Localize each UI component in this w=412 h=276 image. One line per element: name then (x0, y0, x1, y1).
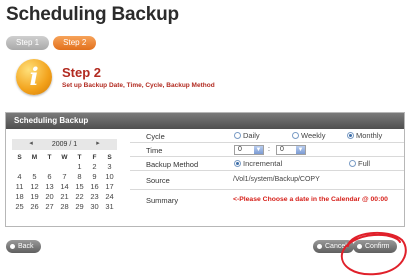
cycle-row: Cycle Daily Weekly Monthly (130, 129, 404, 142)
calendar-empty-cell (12, 162, 27, 172)
step-header: i Step 2 Set up Backup Date, Time, Cycle… (10, 55, 410, 105)
calendar-day[interactable]: 30 (87, 202, 102, 212)
calendar-nav: ◂ 2009 / 1 ▸ (12, 139, 117, 150)
schedule-form: Cycle Daily Weekly Monthly Time 0 ▼ : 0 … (130, 129, 404, 208)
summary-row: Summary <-Please Choose a date in the Ca… (130, 190, 404, 208)
calendar-day-header: T (47, 154, 52, 161)
radio-circle-icon (292, 132, 299, 139)
calendar-day[interactable]: 27 (42, 202, 57, 212)
step-subtitle: Set up Backup Date, Time, Cycle, Backup … (62, 82, 215, 89)
calendar-day[interactable]: 29 (72, 202, 87, 212)
source-path: /Vol1/system/Backup/COPY (233, 176, 320, 183)
step-tabs: Step 1 Step 2 (6, 36, 97, 50)
step-1-tab[interactable]: Step 1 (6, 36, 50, 50)
calendar-month-label: 2009 / 1 (51, 141, 78, 148)
next-month-icon[interactable]: ▸ (93, 139, 103, 147)
calendar-day[interactable]: 28 (57, 202, 72, 212)
source-row: Source /Vol1/system/Backup/COPY (130, 171, 404, 189)
method-full-radio[interactable]: Full (349, 159, 370, 168)
back-arrow-icon (10, 244, 15, 249)
calendar-day[interactable]: 4 (12, 172, 27, 182)
calendar-day-header: F (92, 154, 97, 161)
calendar-day[interactable]: 17 (102, 182, 117, 192)
calendar-day[interactable]: 23 (87, 192, 102, 202)
time-label: Time (146, 146, 163, 155)
summary-message: <-Please Choose a date in the Calendar @… (233, 196, 388, 203)
calendar-day[interactable]: 10 (102, 172, 117, 182)
calendar-day[interactable]: 16 (87, 182, 102, 192)
calendar-day[interactable]: 12 (27, 182, 42, 192)
calendar-day[interactable]: 2 (87, 162, 102, 172)
confirm-button[interactable]: Confirm (353, 240, 397, 253)
calendar-empty-cell (42, 162, 57, 172)
calendar-day[interactable]: 3 (102, 162, 117, 172)
step-title: Step 2 (62, 65, 102, 80)
calendar-day[interactable]: 11 (12, 182, 27, 192)
calendar-day[interactable]: 15 (72, 182, 87, 192)
minute-select[interactable]: 0 ▼ (276, 145, 306, 155)
calendar-day[interactable]: 6 (42, 172, 57, 182)
panel-title: Scheduling Backup (6, 113, 404, 129)
calendar-day[interactable]: 9 (87, 172, 102, 182)
prev-month-icon[interactable]: ◂ (26, 139, 36, 147)
calendar: ◂ 2009 / 1 ▸ S M T W T F S 1 2 3 4 5 6 7 8 9 10 11 12 13 14 1… (12, 139, 117, 212)
radio-selected-icon (347, 132, 354, 139)
method-label: Backup Method (146, 160, 199, 169)
radio-selected-icon (234, 160, 241, 167)
cancel-icon (317, 244, 322, 249)
cycle-label: Cycle (146, 132, 165, 141)
calendar-empty-cell (57, 162, 72, 172)
method-row: Backup Method Incremental Full (130, 157, 404, 170)
calendar-day[interactable]: 5 (27, 172, 42, 182)
summary-label: Summary (146, 196, 179, 205)
confirm-icon (357, 244, 362, 249)
calendar-day[interactable]: 26 (27, 202, 42, 212)
calendar-day-header: W (61, 154, 68, 161)
calendar-grid: S M T W T F S 1 2 3 4 5 6 7 8 9 10 11 12 13 14 15 16 17 18 19 20 21… (12, 153, 117, 212)
calendar-day[interactable]: 13 (42, 182, 57, 192)
back-button[interactable]: Back (6, 240, 41, 253)
calendar-day[interactable]: 8 (72, 172, 87, 182)
calendar-day[interactable]: 14 (57, 182, 72, 192)
time-separator: : (268, 146, 270, 153)
calendar-day-header: S (107, 154, 112, 161)
source-label: Source (146, 176, 170, 185)
calendar-day[interactable]: 20 (42, 192, 57, 202)
calendar-day[interactable]: 24 (102, 192, 117, 202)
step-2-tab[interactable]: Step 2 (53, 36, 97, 50)
cancel-button[interactable]: Cancel (313, 240, 354, 253)
calendar-day-header: S (17, 154, 22, 161)
calendar-day[interactable]: 1 (72, 162, 87, 172)
chevron-down-icon: ▼ (296, 146, 305, 154)
method-incremental-radio[interactable]: Incremental (234, 159, 282, 168)
calendar-day[interactable]: 7 (57, 172, 72, 182)
calendar-day[interactable]: 18 (12, 192, 27, 202)
calendar-empty-cell (27, 162, 42, 172)
radio-circle-icon (234, 132, 241, 139)
calendar-day[interactable]: 19 (27, 192, 42, 202)
calendar-day-header: M (31, 154, 38, 161)
chevron-down-icon: ▼ (254, 146, 263, 154)
calendar-day-header: T (77, 154, 82, 161)
time-row: Time 0 ▼ : 0 ▼ (130, 143, 404, 156)
info-icon: i (16, 59, 52, 95)
cycle-daily-radio[interactable]: Daily (234, 131, 260, 140)
cycle-weekly-radio[interactable]: Weekly (292, 131, 325, 140)
calendar-day[interactable]: 31 (102, 202, 117, 212)
calendar-day[interactable]: 21 (57, 192, 72, 202)
radio-circle-icon (349, 160, 356, 167)
page-title: Scheduling Backup (6, 4, 179, 25)
scheduling-panel: Scheduling Backup ◂ 2009 / 1 ▸ SMTWTFS12… (5, 112, 405, 227)
calendar-day[interactable]: 25 (12, 202, 27, 212)
hour-select[interactable]: 0 ▼ (234, 145, 264, 155)
cycle-monthly-radio[interactable]: Monthly (347, 131, 382, 140)
calendar-day[interactable]: 22 (72, 192, 87, 202)
